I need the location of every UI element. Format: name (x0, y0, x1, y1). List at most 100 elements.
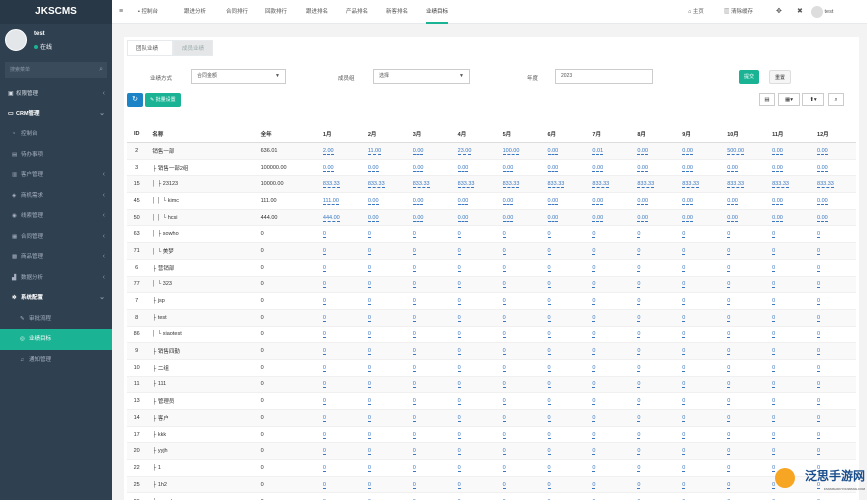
month-value[interactable]: 0 (412, 348, 416, 356)
month-value[interactable]: 0 (772, 298, 776, 306)
cell-month-editable[interactable]: 500.00 (721, 142, 767, 160)
month-value[interactable]: 0.00 (412, 164, 424, 172)
cell-month-editable[interactable]: 833.33 (676, 175, 722, 193)
cell-month-editable[interactable]: 0.00 (631, 142, 677, 160)
cell-month-editable[interactable]: 0 (496, 442, 542, 460)
cell-month-editable[interactable]: 0 (811, 342, 856, 360)
cell-month-editable[interactable]: 0 (766, 225, 812, 243)
cell-month-editable[interactable]: 0 (721, 275, 767, 293)
month-value[interactable]: 0 (322, 381, 326, 389)
sidebar-search-input[interactable]: 搜索菜单 ⌕ (5, 62, 107, 78)
month-value[interactable]: 0 (772, 247, 776, 255)
table-row[interactable]: 17 ├ kkk 0 0 0 0 0 0 0 0 0 0 0 0 0 (127, 425, 856, 443)
cell-month-editable[interactable]: 0 (721, 459, 767, 477)
month-value[interactable]: 0 (772, 281, 776, 289)
month-value[interactable]: 0 (637, 298, 641, 306)
month-value[interactable]: 0 (547, 348, 551, 356)
cell-month-editable[interactable]: 0 (721, 358, 767, 377)
month-value[interactable]: 111.00 (322, 197, 339, 205)
cell-month-editable[interactable]: 0 (361, 442, 407, 460)
month-value[interactable]: 0 (502, 448, 506, 456)
table-row[interactable]: 77 │ └ 323 0 0 0 0 0 0 0 0 0 0 0 0 0 (127, 275, 856, 293)
month-value[interactable]: 0 (412, 431, 416, 439)
cell-month-editable[interactable]: 0 (586, 292, 632, 310)
month-value[interactable]: 0.00 (817, 164, 828, 172)
month-value[interactable]: 0 (547, 398, 551, 406)
cell-month-editable[interactable]: 833.33 (541, 175, 587, 193)
cell-month-editable[interactable]: 0 (586, 492, 632, 500)
month-value[interactable]: 0 (637, 464, 641, 472)
month-value[interactable]: 100.00 (502, 147, 520, 155)
month-value[interactable]: 0 (412, 298, 416, 306)
cell-month-editable[interactable]: 0 (811, 442, 856, 460)
month-value[interactable]: 0 (817, 414, 821, 422)
month-value[interactable]: 0.00 (367, 214, 379, 222)
cell-month-editable[interactable]: 0 (586, 358, 632, 377)
month-value[interactable]: 0 (547, 464, 551, 472)
month-value[interactable]: 0 (322, 247, 326, 255)
month-value[interactable]: 0.01 (592, 147, 604, 155)
cell-month-editable[interactable]: 0.00 (766, 142, 812, 160)
cell-month-editable[interactable]: 0 (631, 442, 677, 460)
cell-month-editable[interactable]: 0.00 (721, 192, 767, 210)
cell-month-editable[interactable]: 0 (541, 292, 587, 310)
cell-month-editable[interactable]: 0 (676, 425, 722, 443)
cell-month-editable[interactable]: 0.00 (811, 158, 856, 176)
month-value[interactable]: 0.00 (502, 214, 514, 222)
month-value[interactable]: 0 (457, 381, 461, 389)
cell-month-editable[interactable]: 0 (631, 225, 677, 243)
clear-cache-button[interactable]: ▥ 清除缓存 (724, 0, 753, 24)
tab-team-performance[interactable]: 团队业绩 (127, 40, 173, 56)
month-value[interactable]: 0.00 (772, 214, 783, 222)
cell-month-editable[interactable]: 0 (496, 475, 542, 493)
month-value[interactable]: 0.00 (457, 197, 469, 205)
month-value[interactable]: 0 (547, 331, 551, 339)
user-name[interactable]: test (34, 31, 45, 37)
cell-month-editable[interactable]: 0.00 (316, 158, 362, 176)
cell-month-editable[interactable]: 0.00 (406, 158, 452, 176)
month-value[interactable]: 0 (817, 298, 821, 306)
cell-month-editable[interactable]: 0 (451, 358, 497, 377)
month-value[interactable]: 0 (637, 247, 641, 255)
month-value[interactable]: 0 (547, 364, 551, 372)
month-value[interactable]: 0 (412, 247, 416, 255)
month-value[interactable]: 0 (817, 314, 821, 322)
month-value[interactable]: 0 (592, 348, 596, 356)
table-row[interactable]: 20 ├ yyjh 0 0 0 0 0 0 0 0 0 0 0 0 0 (127, 442, 856, 460)
sidebar-item-opportunities[interactable]: ◈ 商机需求 ‹ (0, 186, 112, 207)
cell-month-editable[interactable]: 0 (586, 225, 632, 243)
cell-month-editable[interactable]: 0.00 (496, 158, 542, 176)
cell-month-editable[interactable]: 0.00 (496, 192, 542, 210)
month-value[interactable]: 0 (637, 364, 641, 372)
cell-month-editable[interactable]: 0 (316, 475, 362, 493)
cell-month-editable[interactable]: 0 (406, 442, 452, 460)
month-value[interactable]: 0 (547, 414, 551, 422)
sidebar-item-crm[interactable]: ▭ CRM管理 ⌄ (0, 104, 112, 124)
month-value[interactable]: 0 (412, 281, 416, 289)
month-value[interactable]: 0.00 (592, 214, 604, 222)
cell-month-editable[interactable]: 0 (676, 275, 722, 293)
month-value[interactable]: 0.00 (817, 147, 828, 155)
cell-month-editable[interactable]: 0 (811, 242, 856, 260)
month-value[interactable]: 0 (367, 431, 371, 439)
cell-month-editable[interactable]: 0 (676, 258, 722, 276)
month-value[interactable]: 0 (457, 264, 461, 272)
cell-month-editable[interactable]: 833.33 (586, 175, 632, 193)
cell-month-editable[interactable]: 0 (361, 258, 407, 276)
month-value[interactable]: 0 (682, 464, 686, 472)
month-value[interactable]: 0 (367, 298, 371, 306)
month-value[interactable]: 0 (727, 247, 731, 255)
cell-month-editable[interactable]: 0 (451, 292, 497, 310)
month-value[interactable]: 0 (322, 331, 326, 339)
cell-month-editable[interactable]: 0 (586, 409, 632, 427)
cell-month-editable[interactable]: 444.00 (316, 208, 362, 226)
table-row[interactable]: 9 ├ 销售四勤 0 0 0 0 0 0 0 0 0 0 0 0 0 (127, 342, 856, 360)
month-value[interactable]: 0 (502, 247, 506, 255)
cell-month-editable[interactable]: 0 (406, 375, 452, 393)
month-value[interactable]: 0 (457, 481, 461, 489)
month-value[interactable]: 0.00 (727, 164, 738, 172)
month-value[interactable]: 0 (817, 247, 821, 255)
month-value[interactable]: 0 (367, 264, 371, 272)
cell-month-editable[interactable]: 0 (451, 308, 497, 327)
home-link[interactable]: ⌂ 主页 (688, 0, 704, 24)
